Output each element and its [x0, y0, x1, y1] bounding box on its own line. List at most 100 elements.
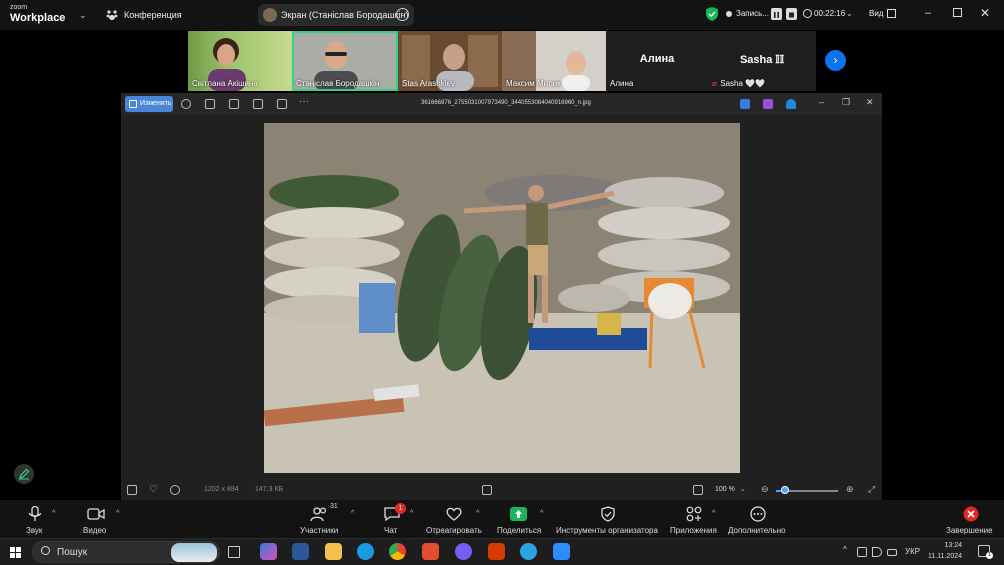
- participant-name: Stas Arashkiev: [402, 79, 455, 88]
- tablet-mode-icon[interactable]: [857, 547, 867, 557]
- fullscreen-icon[interactable]: ⤢: [868, 484, 875, 495]
- keyboard-language[interactable]: УКР: [905, 547, 920, 556]
- participant-tile[interactable]: Світлана Акішина: [188, 31, 292, 91]
- edit-image-button[interactable]: Изменить: [125, 96, 173, 112]
- zoom-in-icon[interactable]: ⊕: [846, 484, 854, 495]
- word-app-icon[interactable]: [292, 543, 309, 560]
- more-button[interactable]: Дополнительно: [727, 500, 789, 538]
- taskbar-time[interactable]: 13:24: [936, 542, 962, 549]
- recording-label[interactable]: Запись...: [736, 9, 769, 18]
- view-grid-icon[interactable]: [887, 9, 896, 18]
- security-shield-icon[interactable]: [706, 7, 718, 21]
- slideshow-icon[interactable]: [277, 99, 287, 109]
- apps-options-chevron-icon[interactable]: ^: [712, 510, 715, 517]
- share-screen-button[interactable]: Поделиться: [495, 500, 545, 538]
- taskbar-date[interactable]: 11.11.2024: [928, 553, 962, 560]
- share-options-icon[interactable]: ···: [396, 8, 409, 21]
- delete-icon[interactable]: [205, 99, 215, 109]
- file-explorer-icon[interactable]: [325, 543, 342, 560]
- filmstrip-icon[interactable]: [127, 485, 137, 495]
- chat-button[interactable]: 1 Чат: [381, 500, 406, 538]
- search-highlight-image: [171, 543, 217, 562]
- zoom-dropdown-chevron-icon[interactable]: ⌄: [740, 485, 746, 493]
- end-meeting-button[interactable]: Завершение: [945, 500, 997, 538]
- task-view-icon[interactable]: [228, 546, 240, 558]
- end-meeting-label: Завершение: [946, 526, 993, 535]
- file-info-icon[interactable]: [170, 485, 180, 495]
- crop-icon[interactable]: [482, 485, 492, 495]
- chrome-browser-icon[interactable]: [389, 543, 406, 560]
- screen-share-pill[interactable]: Экран (Станіслав Бородашкін) ···: [258, 4, 414, 26]
- audio-options-chevron-icon[interactable]: ^: [52, 510, 55, 517]
- volume-icon[interactable]: [872, 547, 882, 557]
- gallery-next-page-button[interactable]: ›: [825, 50, 846, 71]
- zoom-out-icon[interactable]: ⊖: [761, 484, 769, 495]
- audio-button[interactable]: Звук: [22, 500, 48, 538]
- copilot-app-icon[interactable]: [260, 543, 277, 560]
- window-close-button[interactable]: ✕: [980, 6, 990, 20]
- search-icon: [41, 546, 50, 555]
- rotate-icon[interactable]: [181, 99, 191, 109]
- zoom-app-icon[interactable]: [553, 543, 570, 560]
- viber-app-icon[interactable]: [455, 543, 472, 560]
- view-button[interactable]: Вид: [869, 9, 883, 18]
- fit-screen-icon[interactable]: [693, 485, 703, 495]
- telegram-app-icon[interactable]: [520, 543, 537, 560]
- print-icon[interactable]: [229, 99, 239, 109]
- meeting-info-icon[interactable]: [106, 9, 118, 21]
- react-button[interactable]: Отреагировать: [425, 500, 485, 538]
- participants-options-chevron-icon[interactable]: ^: [351, 510, 354, 517]
- onedrive-icon[interactable]: [786, 99, 796, 109]
- apps-button[interactable]: Приложения: [670, 500, 718, 538]
- favorite-heart-icon[interactable]: ♡: [149, 484, 158, 495]
- host-tools-button[interactable]: Инструменты организатора: [556, 500, 660, 538]
- pdf-app-icon[interactable]: [422, 543, 439, 560]
- viewer-close-button[interactable]: ✕: [866, 97, 874, 108]
- windows-start-icon[interactable]: [10, 547, 21, 558]
- tray-overflow-chevron-icon[interactable]: ^: [843, 545, 847, 554]
- copilot-icon[interactable]: [763, 99, 773, 109]
- window-minimize-button[interactable]: –: [925, 7, 931, 19]
- battery-icon[interactable]: [887, 549, 897, 556]
- window-restore-button[interactable]: [953, 8, 962, 17]
- viewer-minimize-button[interactable]: –: [819, 97, 824, 107]
- zoom-slider-handle[interactable]: [781, 486, 790, 494]
- participants-count: 31: [330, 503, 338, 510]
- participant-display-name: Sasha 𝕀𝕀: [739, 54, 785, 66]
- edge-browser-icon[interactable]: [357, 543, 374, 560]
- video-options-chevron-icon[interactable]: ^: [116, 510, 119, 517]
- sharer-avatar: [263, 8, 277, 22]
- participant-tile[interactable]: Алина Алина: [606, 31, 708, 91]
- recording-indicator-icon: [726, 11, 732, 17]
- app-logo-top: zoom: [10, 4, 28, 11]
- viewer-maximize-button[interactable]: ❐: [842, 97, 850, 108]
- viewer-toolbar: Изменить ··· 361666876_2755031007973490_…: [121, 93, 882, 115]
- video-button[interactable]: Видео: [82, 500, 112, 538]
- zoom-level[interactable]: 100 %: [715, 486, 735, 493]
- participant-tile-active-speaker[interactable]: Станіслав Бородашкін: [292, 31, 398, 91]
- muted-mic-icon: ⌀: [712, 79, 717, 88]
- screen-share-label: Экран (Станіслав Бородашкін): [281, 10, 409, 20]
- timer-icon: [803, 9, 812, 18]
- office-app-icon[interactable]: [488, 543, 505, 560]
- participants-button[interactable]: 31 Участники: [298, 500, 342, 538]
- participant-tile[interactable]: Sasha 𝕀𝕀 ⌀ Sasha 🤍🤍: [708, 31, 816, 91]
- pause-recording-button[interactable]: [771, 8, 782, 20]
- meeting-timer: 00:22:16: [814, 9, 846, 18]
- meeting-info-label[interactable]: Конференция: [124, 10, 182, 20]
- share-options-chevron-icon[interactable]: ^: [540, 510, 543, 517]
- share-image-icon[interactable]: [253, 99, 263, 109]
- more-options-icon[interactable]: ···: [299, 96, 309, 107]
- taskbar-search-box[interactable]: Пошук: [32, 541, 220, 563]
- ai-edit-icon[interactable]: [740, 99, 750, 109]
- participant-tile[interactable]: Максим Милик: [502, 31, 606, 91]
- react-options-chevron-icon[interactable]: ^: [476, 510, 479, 517]
- timer-chevron-icon[interactable]: ⌄: [846, 9, 853, 18]
- audio-label: Звук: [26, 526, 43, 535]
- annotate-button[interactable]: [14, 464, 34, 484]
- share-screen-icon: [510, 507, 527, 521]
- participant-tile[interactable]: Stas Arashkiev: [398, 31, 502, 91]
- app-menu-chevron-icon[interactable]: ⌄: [79, 10, 87, 21]
- chat-options-chevron-icon[interactable]: ^: [410, 510, 413, 517]
- stop-recording-button[interactable]: [786, 8, 797, 20]
